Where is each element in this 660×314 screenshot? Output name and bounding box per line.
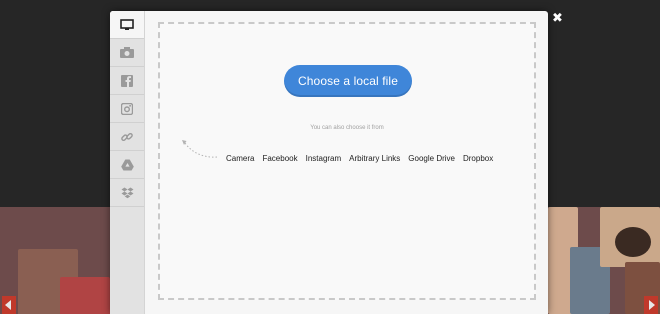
- source-link-dropbox[interactable]: Dropbox: [463, 154, 493, 163]
- carousel-next-button[interactable]: [644, 296, 658, 314]
- source-sidebar: [110, 11, 145, 314]
- curved-arrow-icon: [182, 140, 218, 158]
- source-link-arbitrary-links[interactable]: Arbitrary Links: [349, 154, 400, 163]
- carousel-prev-button[interactable]: [2, 296, 16, 314]
- sidebar-item-google-drive[interactable]: [110, 151, 144, 179]
- alternate-sources-hint: You can also choose it from: [310, 125, 384, 131]
- source-link-instagram[interactable]: Instagram: [306, 154, 342, 163]
- instagram-icon: [121, 102, 133, 115]
- dropbox-icon: [121, 187, 134, 199]
- camera-icon: [120, 47, 134, 58]
- choose-local-file-button[interactable]: Choose a local file: [284, 65, 412, 97]
- facebook-icon: [121, 74, 133, 87]
- source-link-camera[interactable]: Camera: [226, 154, 254, 163]
- sidebar-item-dropbox[interactable]: [110, 179, 144, 207]
- link-icon: [121, 131, 133, 143]
- file-picker-dialog: Choose a local file You can also choose …: [110, 11, 548, 314]
- file-drop-zone[interactable]: Choose a local file You can also choose …: [158, 22, 536, 300]
- photo-thumbnail: [60, 277, 110, 314]
- chevron-right-icon: [649, 300, 655, 310]
- sidebar-item-link[interactable]: [110, 123, 144, 151]
- source-link-google-drive[interactable]: Google Drive: [408, 154, 455, 163]
- close-icon: ✖: [552, 10, 563, 25]
- sidebar-item-camera[interactable]: [110, 39, 144, 67]
- photo-thumbnail: [615, 227, 651, 257]
- sidebar-item-instagram[interactable]: [110, 95, 144, 123]
- google-drive-icon: [120, 159, 134, 171]
- sidebar-item-facebook[interactable]: [110, 67, 144, 95]
- close-dialog-button[interactable]: ✖: [552, 10, 563, 25]
- chevron-left-icon: [5, 300, 11, 310]
- source-links: Camera Facebook Instagram Arbitrary Link…: [226, 154, 493, 163]
- monitor-icon: [120, 18, 134, 31]
- sidebar-item-local-file[interactable]: [110, 11, 144, 39]
- source-link-facebook[interactable]: Facebook: [262, 154, 297, 163]
